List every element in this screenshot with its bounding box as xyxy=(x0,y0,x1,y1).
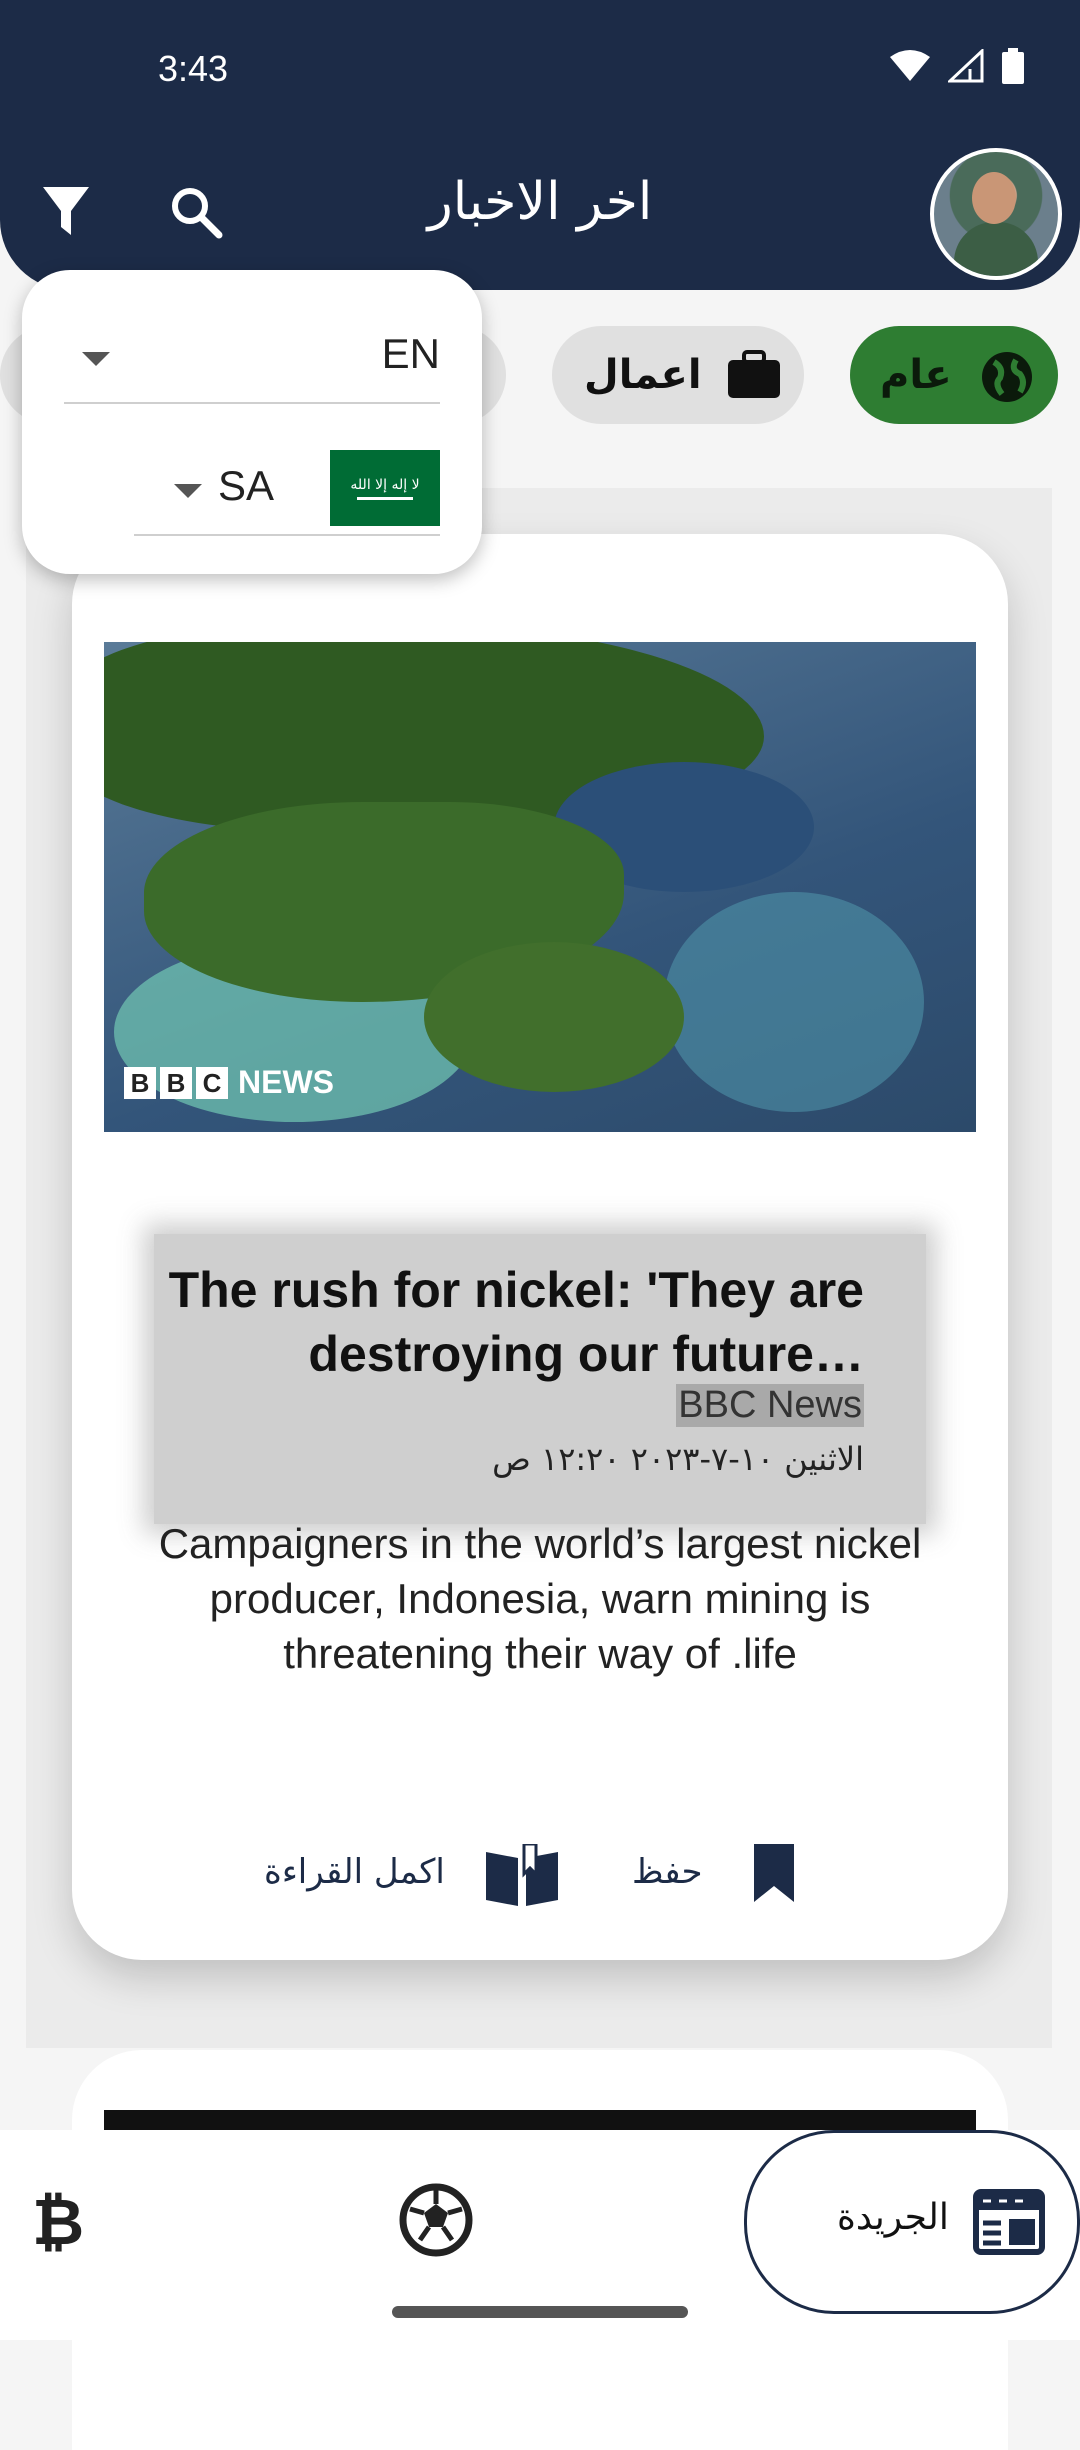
chevron-down-icon xyxy=(174,484,202,498)
article-image[interactable]: B B C NEWS xyxy=(104,642,976,1132)
article-date: الاثنين ١٠-٧-٢٠٢٣ ١٢:٢٠ ص xyxy=(492,1440,864,1478)
avatar[interactable] xyxy=(930,148,1062,280)
nav-newspaper[interactable]: الجريدة xyxy=(744,2130,1080,2314)
app-header: 3:43 اخر الاخبار xyxy=(0,0,1080,290)
soccer-ball-icon xyxy=(399,2183,473,2257)
article-title-box: The rush for nickel: 'They are destroyin… xyxy=(154,1234,926,1524)
briefcase-icon xyxy=(728,350,780,398)
saudi-arabia-flag-icon: لا إله إلا الله xyxy=(330,450,440,526)
bookmark-icon xyxy=(754,1844,794,1902)
category-chip-general[interactable]: عام xyxy=(850,326,1058,424)
open-book-icon xyxy=(486,1844,558,1906)
read-more-button[interactable]: اكمل القراءة xyxy=(264,1834,644,1924)
save-button[interactable]: حفظ xyxy=(632,1834,812,1924)
article-title[interactable]: The rush for nickel: 'They are destroyin… xyxy=(164,1258,864,1386)
article-description: Campaigners in the world’s largest nicke… xyxy=(158,1520,922,1677)
article-source: BBC News xyxy=(676,1384,864,1427)
language-dropdown[interactable]: EN xyxy=(64,302,440,404)
status-time: 3:43 xyxy=(158,48,229,89)
chevron-down-icon xyxy=(82,352,110,366)
globe-icon xyxy=(982,352,1032,402)
nav-newspaper-label: الجريدة xyxy=(837,2197,949,2238)
chip-label-business: اعمال xyxy=(584,352,702,398)
country-value: SA xyxy=(217,462,274,509)
language-value: EN xyxy=(381,330,440,377)
newspaper-icon xyxy=(973,2189,1045,2255)
nav-bitcoin[interactable]: ₿ xyxy=(26,2186,116,2276)
status-icons xyxy=(890,48,1024,84)
save-label: حفظ xyxy=(632,1852,703,1892)
page-title: اخر الاخبار xyxy=(427,172,653,232)
wifi-icon xyxy=(890,50,930,81)
signal-icon xyxy=(948,49,984,83)
svg-text:₿: ₿ xyxy=(32,2186,84,2256)
read-more-label: اكمل القراءة xyxy=(264,1852,445,1892)
nav-sports[interactable] xyxy=(398,2182,482,2266)
chip-label-general: عام xyxy=(880,352,952,398)
country-underline xyxy=(134,534,440,536)
home-indicator[interactable] xyxy=(392,2306,688,2318)
category-chip-business[interactable]: اعمال xyxy=(552,326,804,424)
battery-icon xyxy=(1002,48,1024,84)
language-country-popup: EN SA لا إله إلا الله xyxy=(22,270,482,574)
bitcoin-icon: ₿ xyxy=(32,2186,84,2260)
article-actions: اكمل القراءة حفظ xyxy=(72,1834,1008,1924)
bbc-news-logo: B B C NEWS xyxy=(124,1064,334,1101)
article-card[interactable]: B B C NEWS The rush for nickel: 'They ar… xyxy=(72,534,1008,1960)
